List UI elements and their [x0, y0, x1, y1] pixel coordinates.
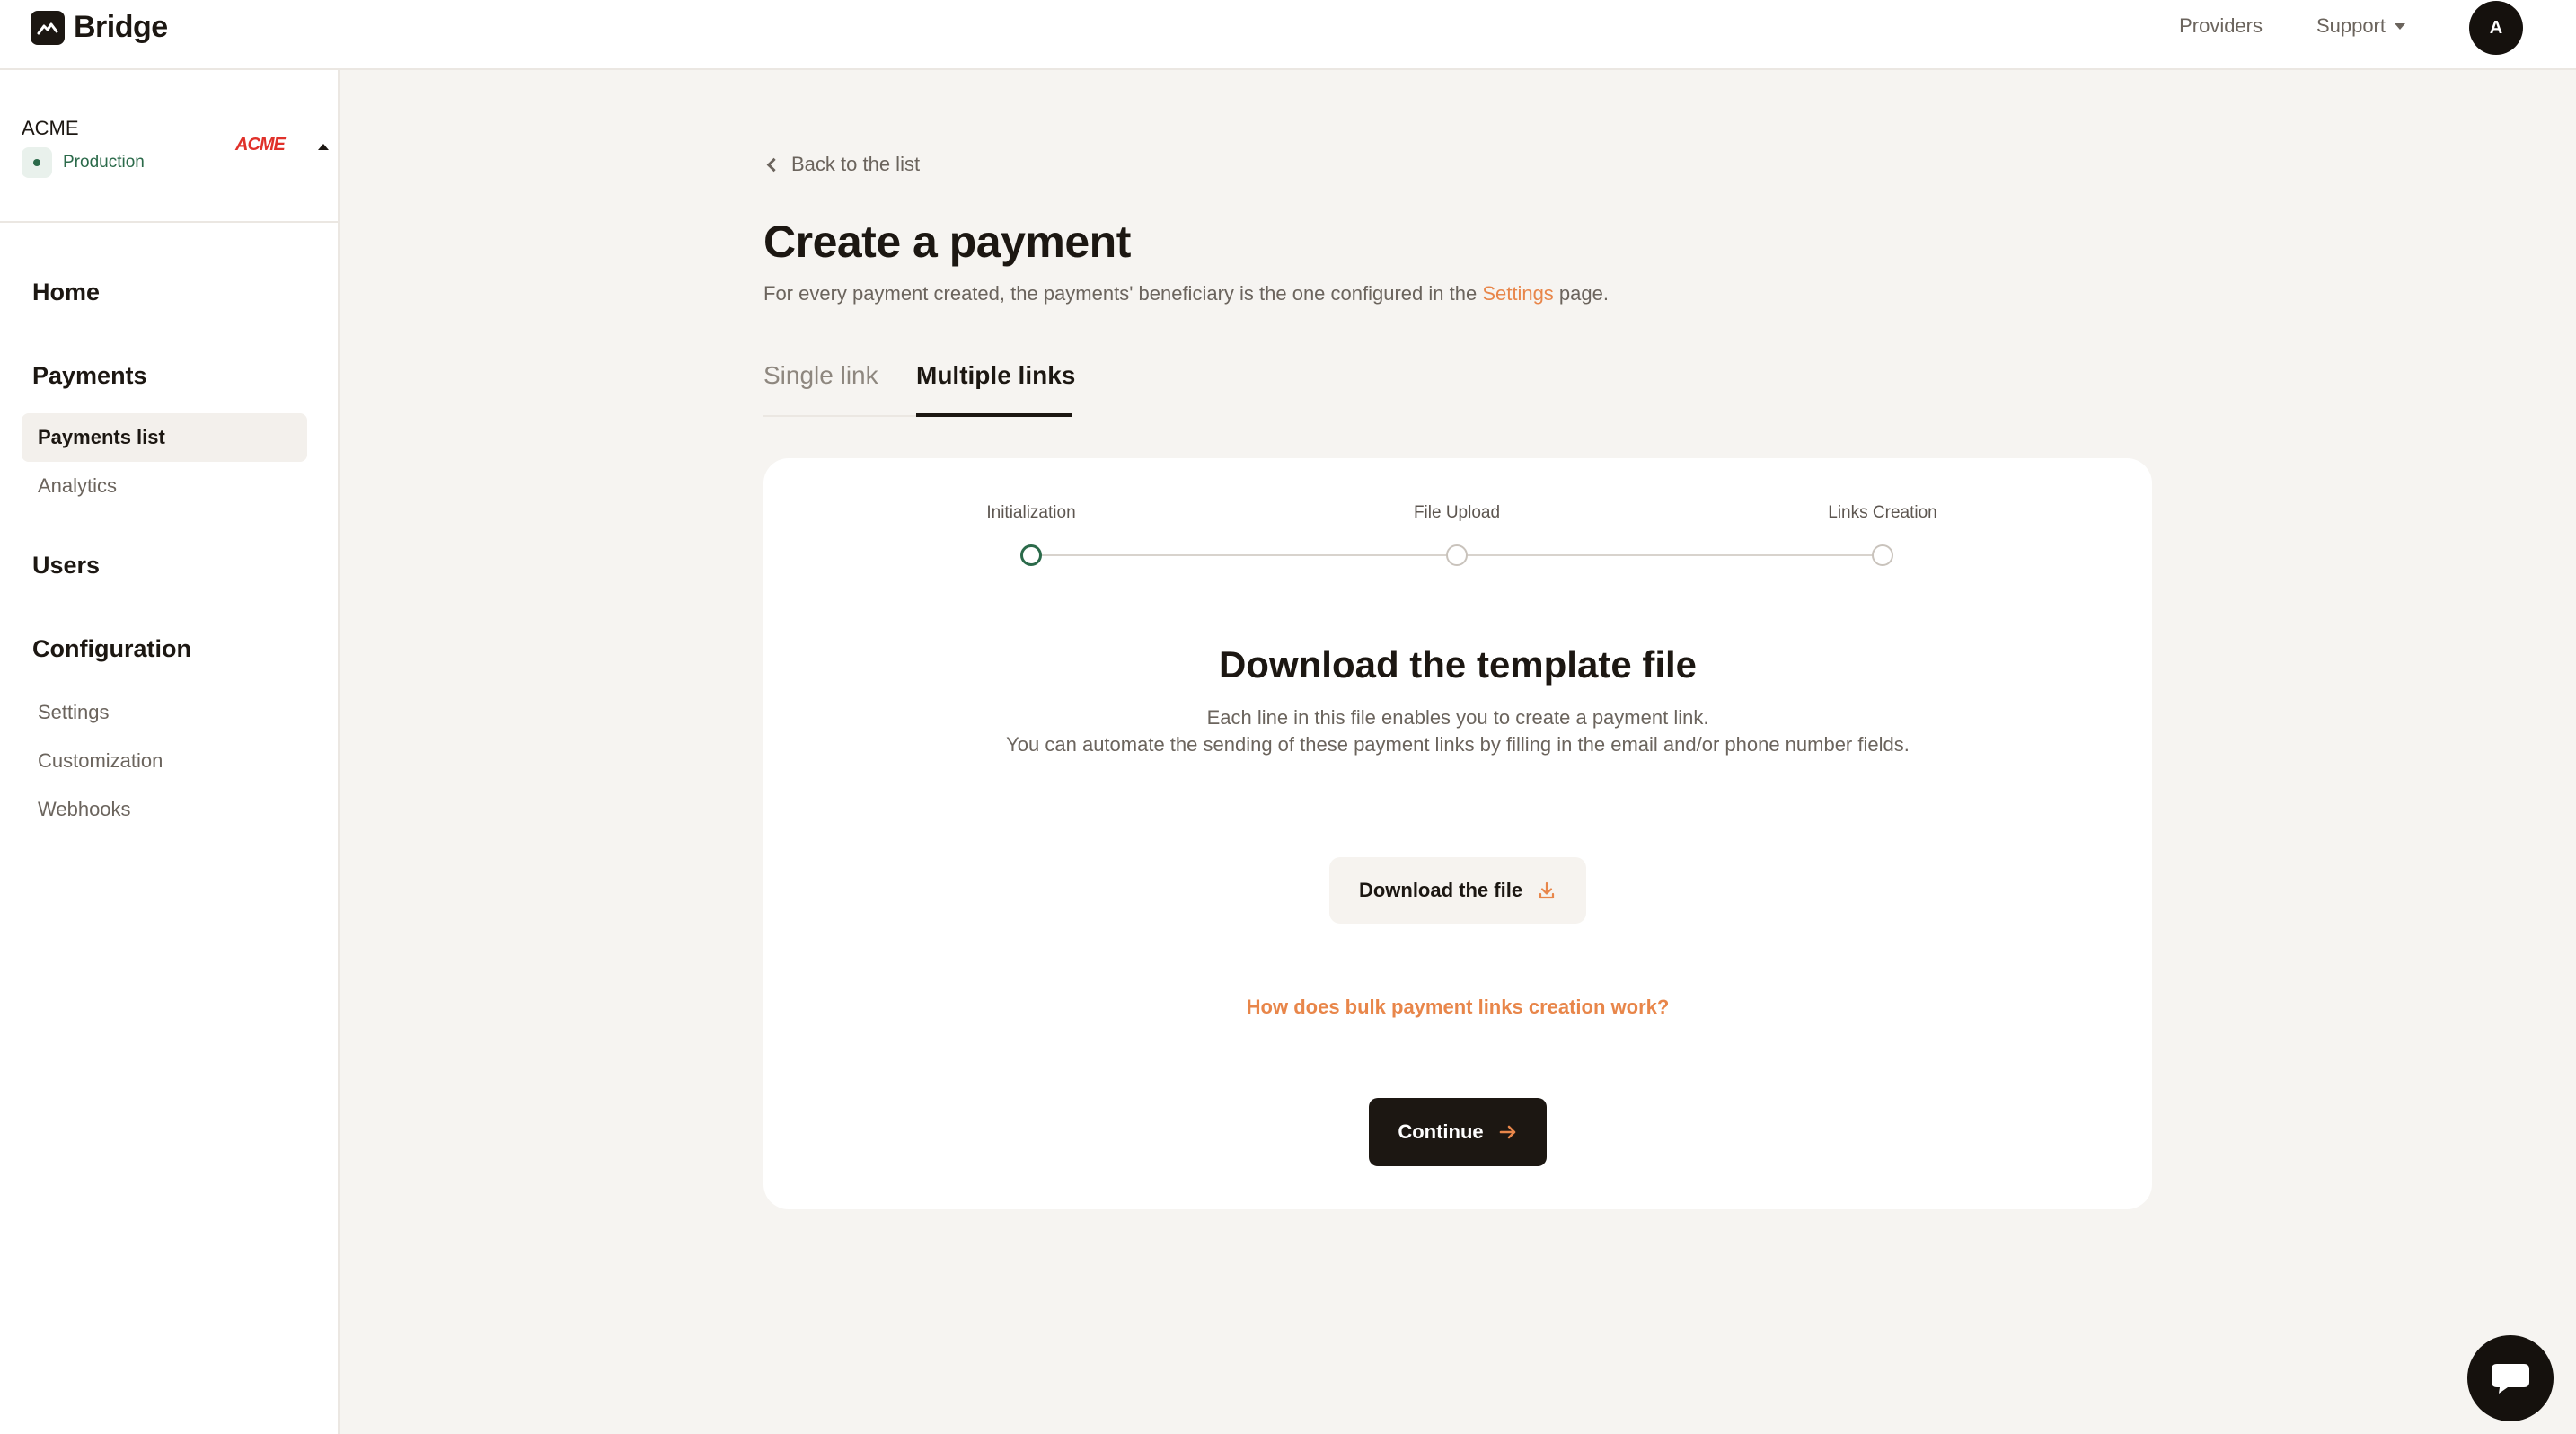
status-dot-icon	[22, 147, 52, 178]
chat-icon	[2492, 1364, 2529, 1394]
sidebar-item-webhooks[interactable]: Webhooks	[22, 785, 307, 834]
subtitle-text-after: page.	[1553, 282, 1609, 305]
support-menu[interactable]: Support	[2316, 14, 2405, 38]
download-icon	[1539, 881, 1555, 899]
sidebar-item-users[interactable]: Users	[32, 552, 100, 580]
brand-name: Bridge	[74, 10, 168, 44]
top-bar: Bridge Providers Support A	[0, 0, 2576, 70]
tab-single-link[interactable]: Single link	[763, 361, 878, 390]
step-dot-links-creation	[1872, 544, 1893, 566]
sidebar-item-customization[interactable]: Customization	[22, 737, 307, 785]
step-label-initialization: Initialization	[986, 503, 1076, 522]
org-logo: ACME	[235, 135, 286, 155]
chevron-up-icon[interactable]	[318, 144, 329, 150]
arrow-right-icon	[1499, 1125, 1515, 1139]
tab-bar: Single link Multiple links	[763, 358, 1075, 417]
back-link[interactable]: Back to the list	[766, 153, 921, 176]
bridge-logo-icon	[31, 10, 65, 45]
sidebar-item-payments-list[interactable]: Payments list	[22, 413, 307, 462]
download-button-label: Download the file	[1358, 879, 1523, 901]
back-label: Back to the list	[791, 153, 921, 175]
org-switcher[interactable]: ACME Production ACME	[0, 70, 338, 223]
continue-button-label: Continue	[1398, 1120, 1484, 1143]
card-description-line-2: You can automate the sending of these pa…	[1006, 733, 1910, 756]
tab-multiple-links[interactable]: Multiple links	[916, 361, 1075, 390]
sidebar-item-analytics[interactable]: Analytics	[22, 462, 307, 510]
settings-link[interactable]: Settings	[1482, 282, 1554, 305]
chevron-down-icon	[2395, 22, 2405, 30]
active-tab-indicator	[916, 413, 1072, 417]
org-name: ACME	[22, 117, 79, 139]
subtitle-text-before: For every payment created, the payments'…	[763, 282, 1483, 305]
chevron-left-icon	[766, 157, 781, 172]
avatar[interactable]: A	[2469, 1, 2523, 55]
card-description-line-1: Each line in this file enables you to cr…	[1206, 706, 1709, 729]
step-dot-file-upload	[1446, 544, 1468, 566]
continue-button[interactable]: Continue	[1369, 1098, 1547, 1166]
step-label-links-creation: Links Creation	[1828, 503, 1937, 522]
sidebar-section-configuration[interactable]: Configuration	[32, 635, 191, 663]
page-subtitle: For every payment created, the payments'…	[763, 282, 1609, 305]
card-description: Each line in this file enables you to cr…	[988, 704, 1928, 758]
sidebar-item-settings[interactable]: Settings	[22, 688, 307, 737]
sidebar-item-home[interactable]: Home	[32, 279, 100, 306]
page-title: Create a payment	[763, 217, 1131, 267]
bulk-creation-card: Initialization File Upload Links Creatio…	[763, 458, 2152, 1209]
environment-label: Production	[63, 153, 145, 172]
download-file-button[interactable]: Download the file	[1329, 857, 1586, 924]
sidebar-section-payments[interactable]: Payments	[32, 362, 147, 390]
chat-widget-button[interactable]	[2467, 1335, 2554, 1421]
step-dot-initialization	[1020, 544, 1042, 566]
card-title: Download the template file	[1218, 643, 1698, 686]
step-label-file-upload: File Upload	[1413, 503, 1501, 522]
support-label: Support	[2316, 14, 2386, 37]
sidebar: ACME Production ACME Home Payments Payme…	[0, 70, 340, 1434]
environment-badge: Production	[22, 147, 145, 178]
providers-link[interactable]: Providers	[2179, 14, 2263, 38]
bulk-help-link[interactable]: How does bulk payment links creation wor…	[763, 996, 2152, 1019]
brand[interactable]: Bridge	[31, 10, 168, 45]
